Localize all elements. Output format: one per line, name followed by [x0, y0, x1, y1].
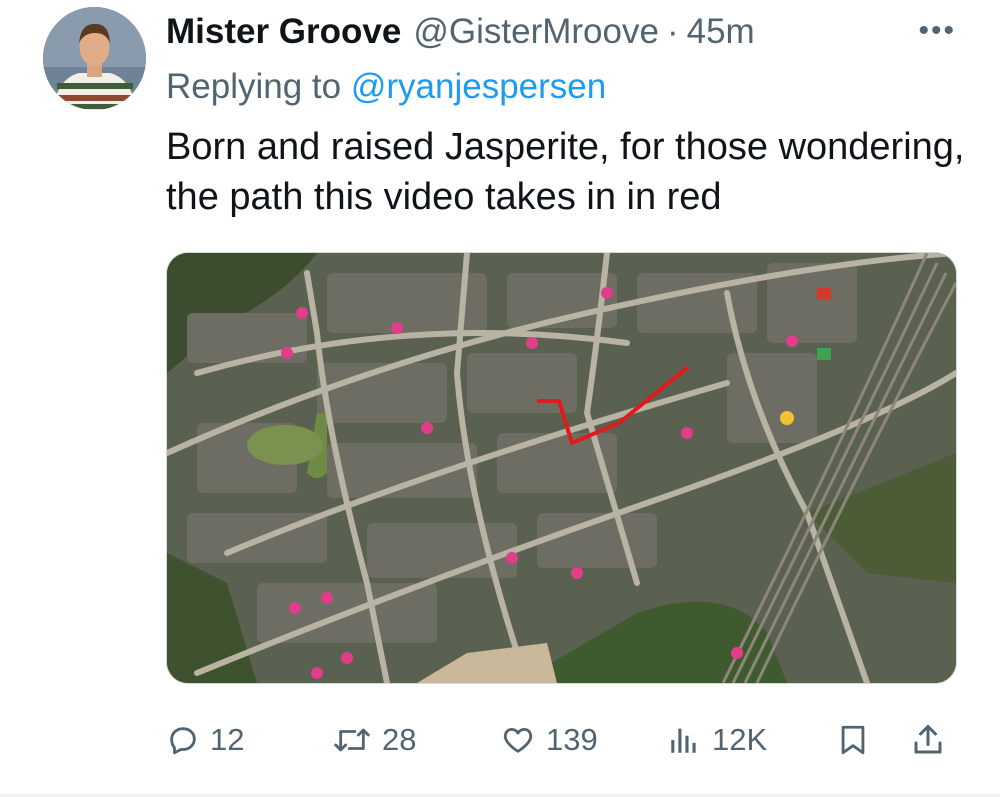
timestamp[interactable]: 45m [687, 12, 755, 52]
share-icon [910, 721, 946, 759]
media-image[interactable] [166, 252, 957, 684]
replying-to-mention[interactable]: @ryanjespersen [351, 67, 606, 106]
like-button[interactable]: 139 [500, 712, 598, 768]
reply-count: 12 [210, 722, 245, 757]
views-button[interactable]: 12K [666, 712, 767, 768]
tweet-header: Mister Groove @GisterMroove · 45m [166, 10, 960, 54]
display-name[interactable]: Mister Groove [166, 12, 401, 52]
action-bar: 12 28 139 12K [166, 712, 956, 768]
reply-button[interactable]: 12 [166, 712, 244, 768]
like-icon [500, 723, 536, 757]
retweet-icon [332, 723, 372, 757]
bookmark-button[interactable] [836, 712, 880, 768]
more-icon[interactable]: ••• [918, 14, 956, 48]
retweet-button[interactable]: 28 [332, 712, 416, 768]
avatar[interactable] [43, 7, 146, 110]
like-count: 139 [546, 722, 598, 757]
views-icon [666, 723, 702, 757]
share-button[interactable] [910, 712, 956, 768]
reply-icon [166, 723, 200, 757]
bookmark-icon [836, 721, 870, 759]
tweet-text: Born and raised Jasperite, for those won… [166, 126, 965, 218]
replying-to-line: Replying to @ryanjespersen [166, 67, 606, 107]
view-count: 12K [712, 722, 768, 757]
replying-prefix: Replying to [166, 67, 342, 106]
user-handle[interactable]: @GisterMroove [413, 12, 659, 52]
retweet-count: 28 [382, 722, 417, 757]
separator-dot: · [666, 12, 679, 51]
